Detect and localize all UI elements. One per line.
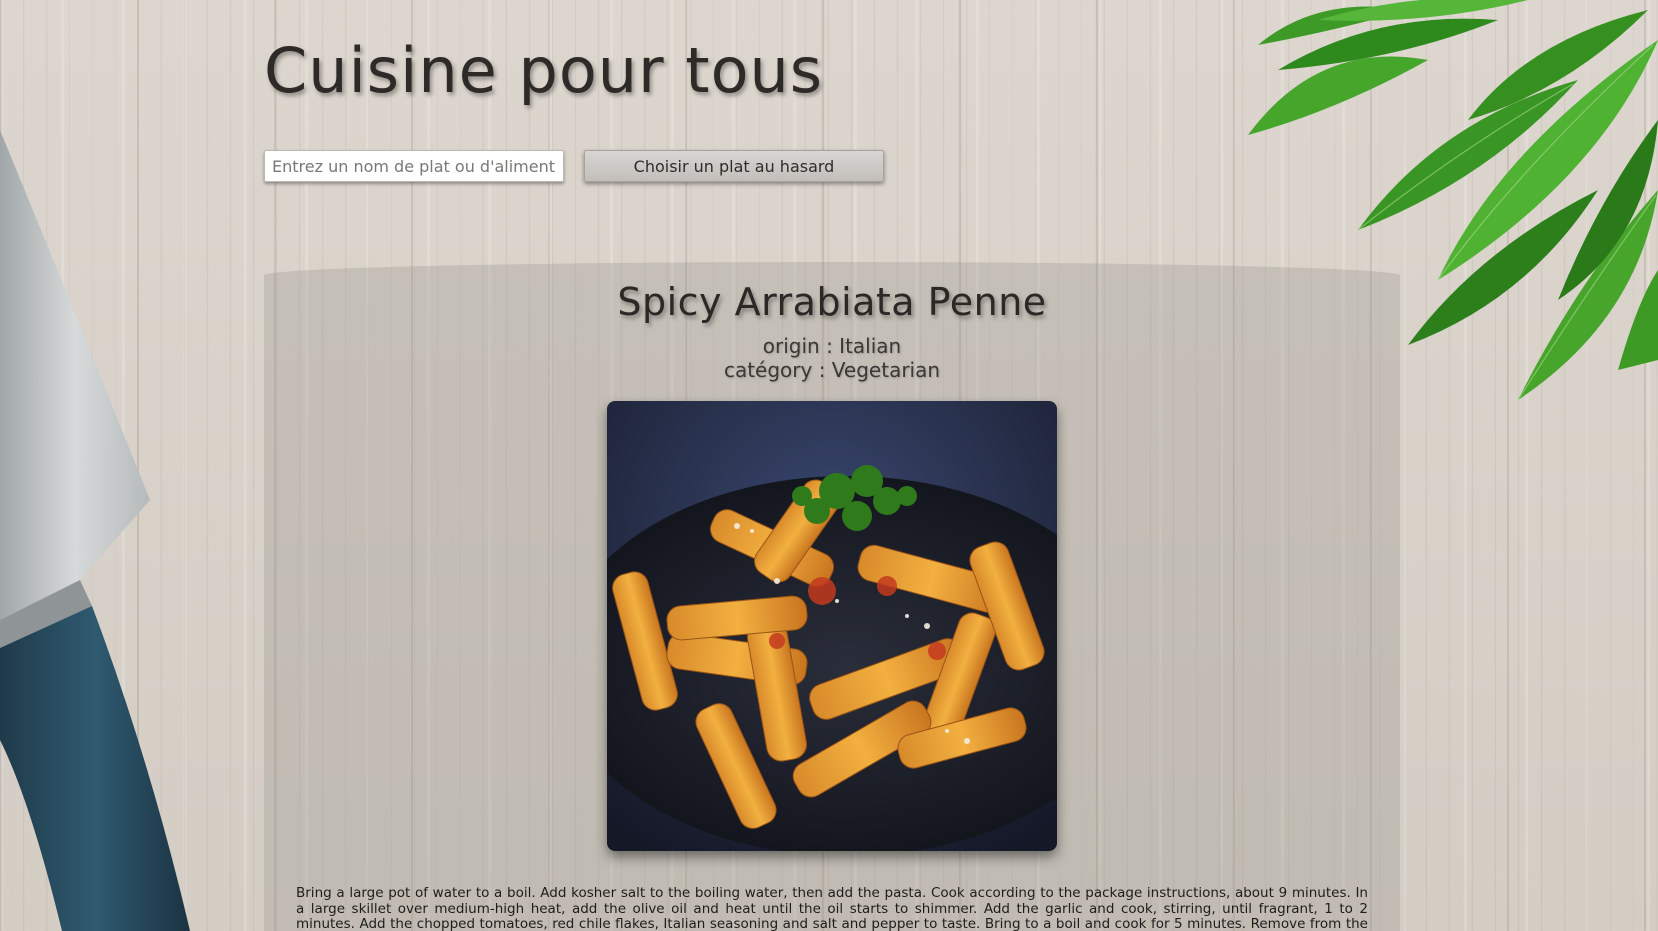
recipe-category: catégory : Vegetarian [723, 358, 941, 382]
search-input[interactable] [264, 150, 564, 182]
recipe-title: Spicy Arrabiata Penne [617, 280, 1047, 324]
recipe-origin: origin : Italian [762, 334, 902, 358]
recipe-card: Spicy Arrabiata Penne origin : Italian c… [264, 262, 1400, 931]
recipe-instructions: Bring a large pot of water to a boil. Ad… [296, 885, 1368, 931]
random-dish-button[interactable]: Choisir un plat au hasard [584, 150, 884, 182]
site-title: Cuisine pour tous [264, 34, 824, 107]
pasta-dish-image [607, 401, 1057, 851]
dish-photo [607, 401, 1057, 851]
knife-illustration [0, 130, 190, 931]
